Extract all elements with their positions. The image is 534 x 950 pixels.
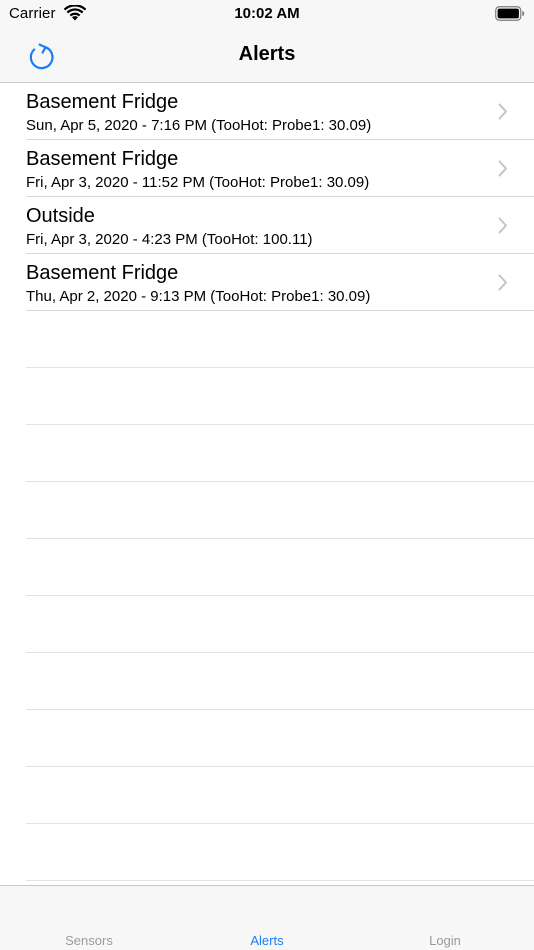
alert-row[interactable]: Basement Fridge Thu, Apr 2, 2020 - 9:13 …	[26, 254, 534, 311]
tab-bar: Sensors Alerts Login	[0, 885, 534, 950]
alert-detail: Thu, Apr 2, 2020 - 9:13 PM (TooHot: Prob…	[26, 288, 371, 305]
alert-title: Basement Fridge	[26, 262, 179, 284]
empty-row	[26, 482, 534, 539]
alert-detail: Sun, Apr 5, 2020 - 7:16 PM (TooHot: Prob…	[26, 117, 372, 134]
alert-detail: Fri, Apr 3, 2020 - 4:23 PM (TooHot: 100.…	[26, 231, 313, 248]
alerts-screen: Carrier 10:02 AM Alerts Basement Fridge …	[0, 0, 534, 950]
alerts-list: Basement Fridge Sun, Apr 5, 2020 - 7:16 …	[0, 83, 534, 885]
page-title: Alerts	[238, 43, 296, 65]
empty-row	[26, 824, 534, 881]
alert-row[interactable]: Basement Fridge Fri, Apr 3, 2020 - 11:52…	[26, 140, 534, 197]
chevron-right-icon	[498, 217, 507, 234]
alert-title: Basement Fridge	[26, 91, 179, 113]
battery-icon	[495, 6, 525, 21]
chevron-right-icon	[498, 274, 507, 291]
tab-login[interactable]: Login	[356, 933, 534, 948]
status-time: 10:02 AM	[234, 5, 300, 22]
chevron-right-icon	[498, 103, 507, 120]
tab-sensors[interactable]: Sensors	[0, 933, 178, 948]
status-bar: Carrier 10:02 AM	[0, 0, 534, 28]
empty-row	[26, 596, 534, 653]
empty-row	[26, 710, 534, 767]
empty-row	[26, 425, 534, 482]
empty-row	[26, 653, 534, 710]
alert-detail: Fri, Apr 3, 2020 - 11:52 PM (TooHot: Pro…	[26, 174, 370, 191]
navigation-bar: Alerts	[0, 28, 534, 83]
alert-title: Outside	[26, 205, 95, 227]
empty-row	[26, 311, 534, 368]
alert-title: Basement Fridge	[26, 148, 179, 170]
empty-row	[26, 539, 534, 596]
chevron-right-icon	[498, 160, 507, 177]
alert-row[interactable]: Outside Fri, Apr 3, 2020 - 4:23 PM (TooH…	[26, 197, 534, 254]
empty-row	[26, 368, 534, 425]
alert-row[interactable]: Basement Fridge Sun, Apr 5, 2020 - 7:16 …	[26, 83, 534, 140]
tab-alerts[interactable]: Alerts	[178, 933, 356, 948]
empty-row	[26, 767, 534, 824]
